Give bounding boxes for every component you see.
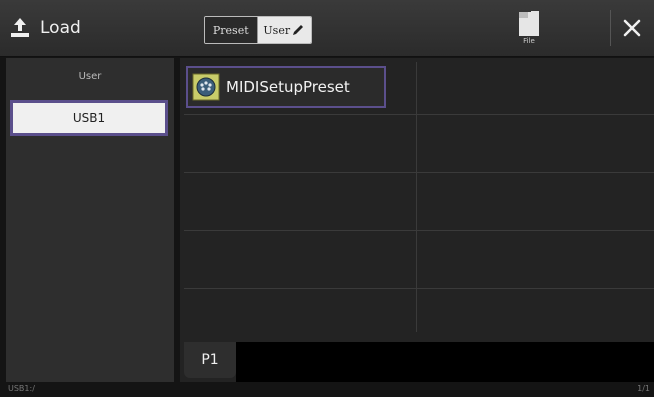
close-button[interactable] — [618, 14, 646, 42]
grid-column-divider — [416, 62, 417, 332]
tab-preset[interactable]: Preset — [205, 17, 258, 43]
grid-line — [184, 288, 654, 289]
page-bar — [236, 342, 654, 382]
page-tab-label: P1 — [201, 352, 219, 368]
title-bar: Load Preset User File — [0, 0, 654, 57]
close-icon — [623, 19, 641, 37]
status-bar: USB1:/ 1/1 — [0, 384, 654, 397]
load-label: Load — [40, 18, 81, 38]
file-button[interactable]: File — [508, 8, 550, 52]
grid-line — [184, 172, 654, 173]
file-icon — [519, 11, 539, 36]
storage-item-usb1[interactable]: USB1 — [10, 100, 168, 136]
page-tab-p1[interactable]: P1 — [184, 342, 236, 378]
pencil-icon — [293, 25, 304, 35]
grid-line — [184, 230, 654, 231]
tab-user[interactable]: User — [257, 17, 311, 43]
storage-item-label: USB1 — [72, 111, 106, 125]
load-button[interactable]: Load — [8, 10, 118, 46]
header-divider — [610, 10, 611, 46]
preset-item-midisetuppreset[interactable]: MIDISetupPreset — [186, 66, 386, 108]
midi-setup-icon — [192, 73, 220, 101]
preset-user-toggle[interactable]: Preset User — [204, 16, 312, 44]
preset-grid: MIDISetupPreset — [180, 58, 654, 342]
file-label: File — [523, 37, 535, 45]
current-path: USB1:/ — [8, 384, 35, 393]
page-indicator: 1/1 — [637, 384, 650, 393]
tab-user-label: User — [263, 23, 291, 37]
tab-preset-label: Preset — [212, 23, 249, 37]
storage-panel: User USB1 — [6, 58, 174, 382]
storage-panel-header: User — [78, 70, 102, 82]
preset-list-panel: MIDISetupPreset P1 — [180, 58, 654, 382]
preset-item-label: MIDISetupPreset — [226, 78, 350, 96]
load-icon — [11, 18, 29, 37]
grid-line — [184, 114, 654, 115]
